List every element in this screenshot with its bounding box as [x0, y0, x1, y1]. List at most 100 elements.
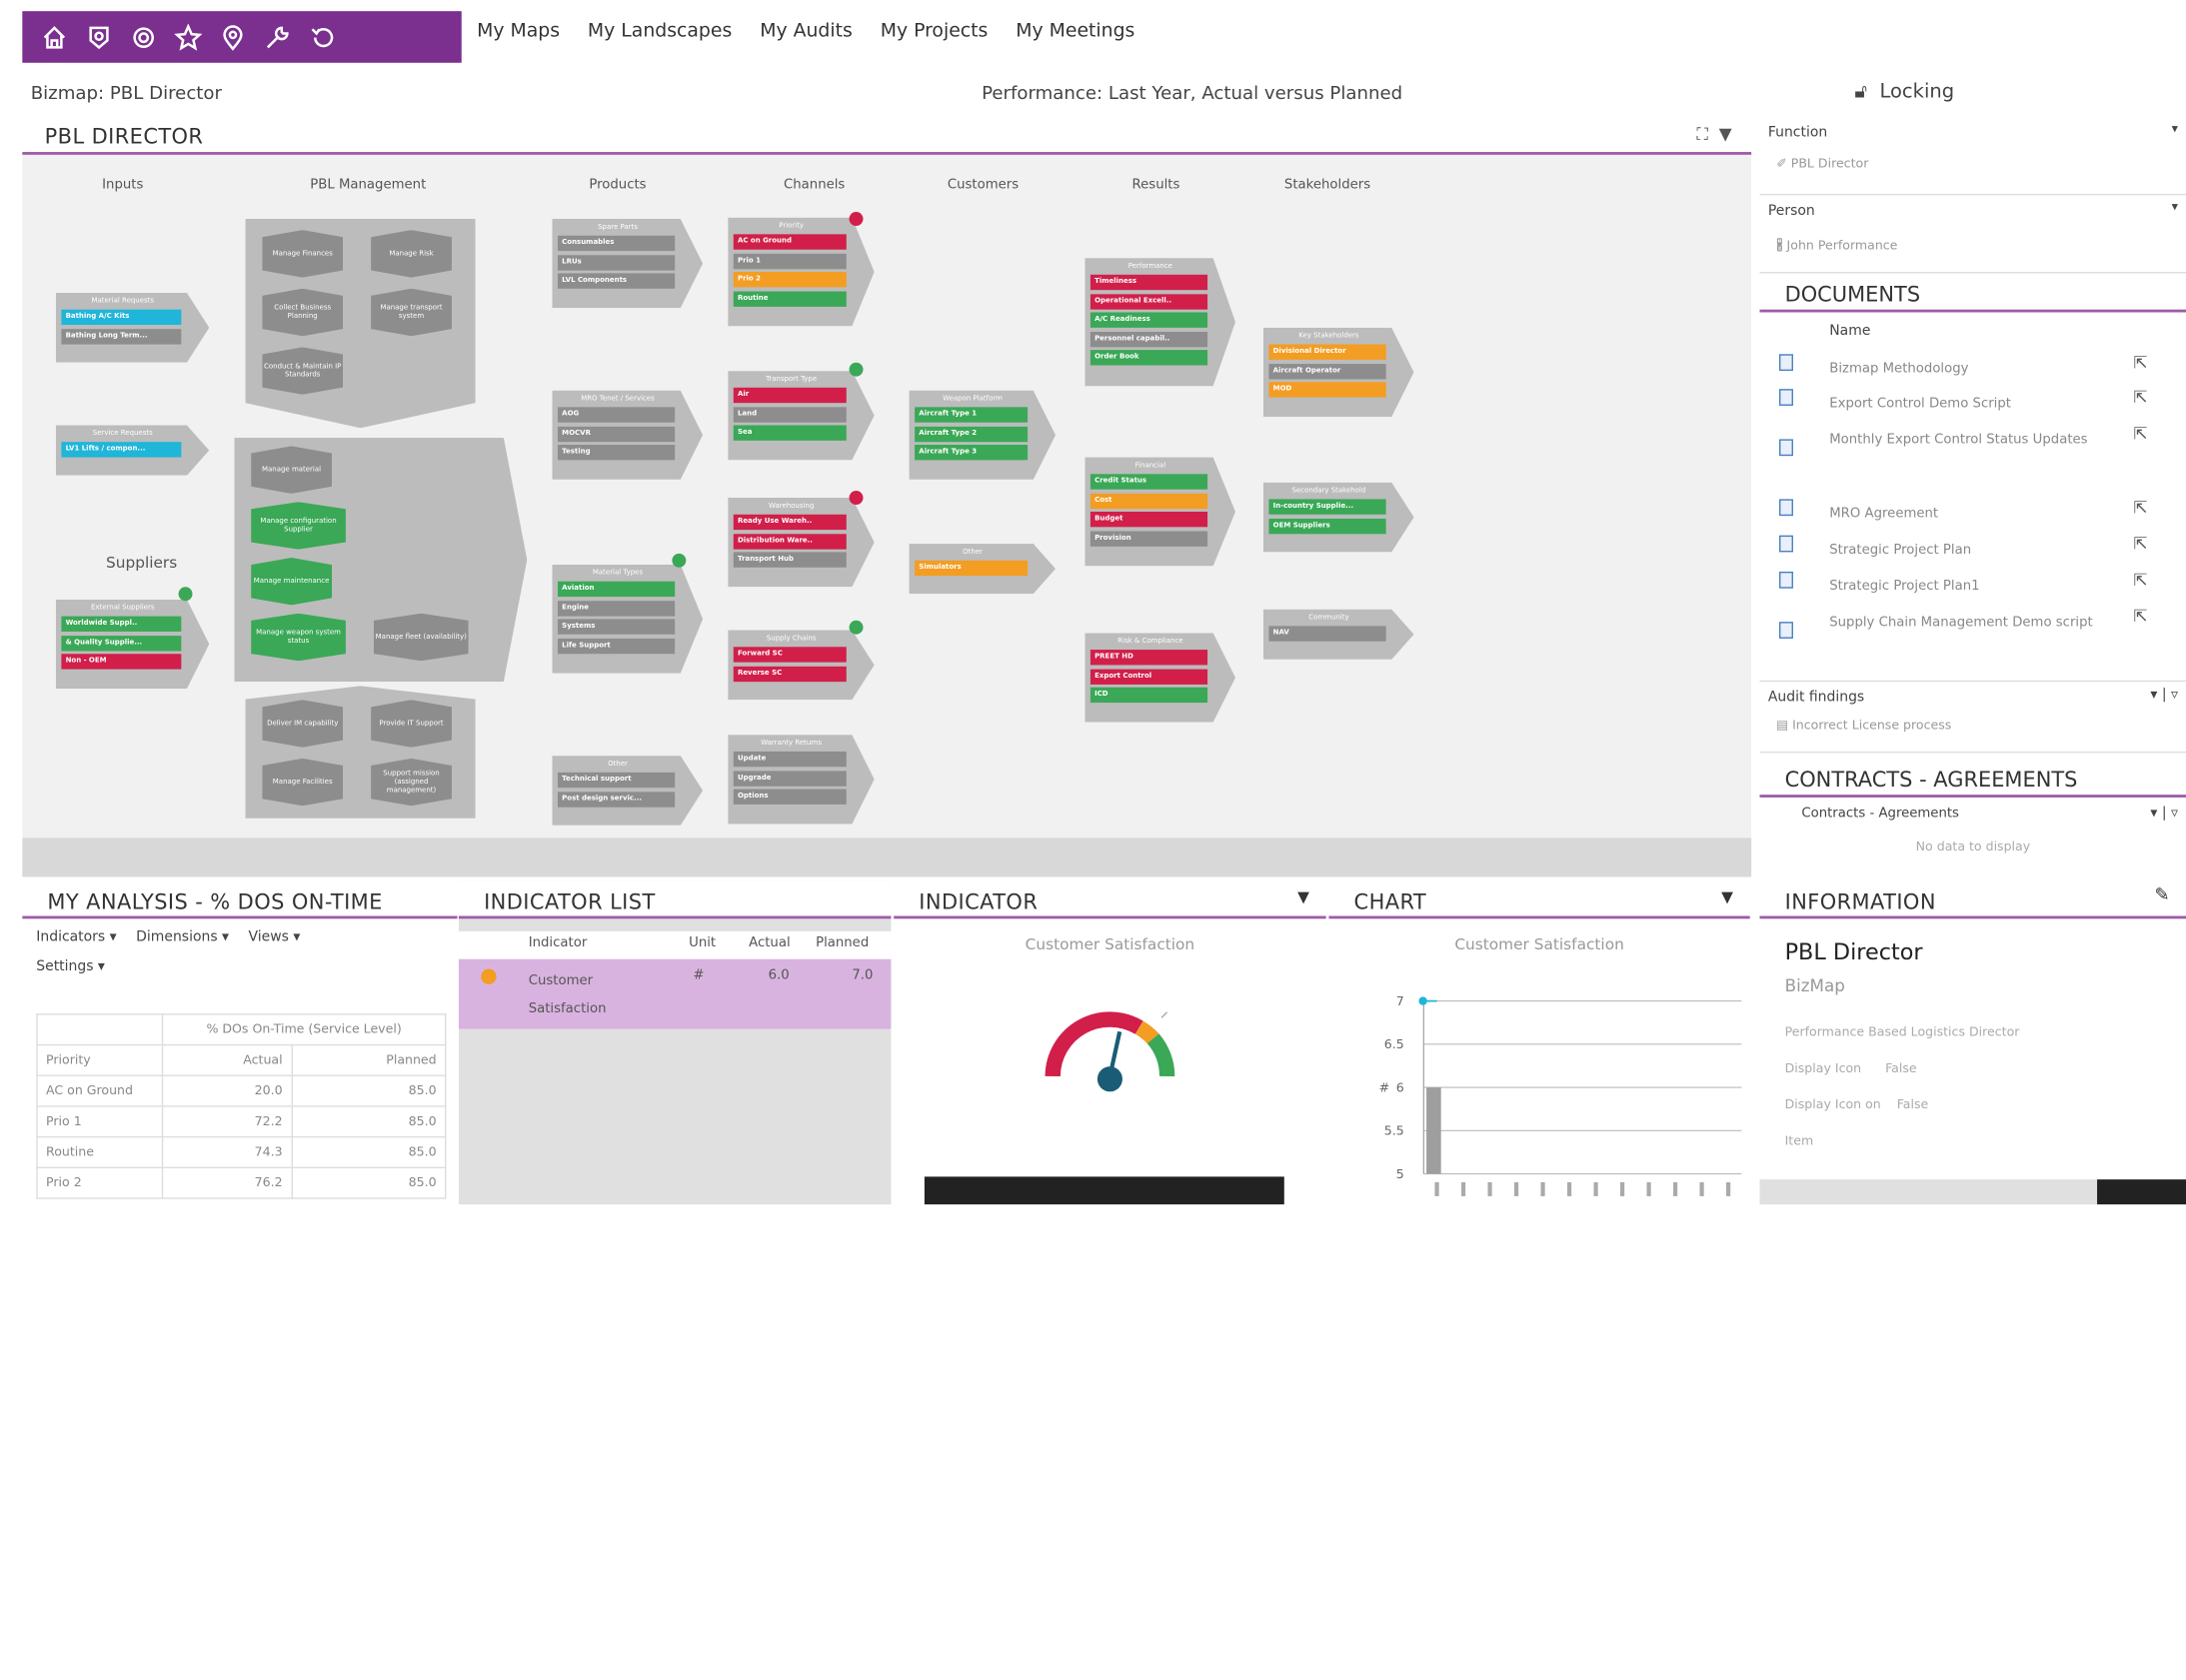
risk-compliance-block[interactable]: Risk & Compliance PREET HD Export Control…: [1085, 633, 1235, 722]
spare-parts-block[interactable]: Spare Parts Consumables LRUs LVL Component…: [552, 219, 703, 308]
document-row[interactable]: MRO Agreement ⇱: [1759, 497, 2186, 530]
document-row[interactable]: Supply Chain Management Demo script ⇱: [1759, 605, 2186, 675]
map-item[interactable]: Operational Excell..: [1090, 293, 1208, 309]
supply-chains-block[interactable]: Supply Chains Forward SC Reverse SC: [728, 631, 874, 701]
map-item[interactable]: & Quality Supplie...: [61, 635, 182, 651]
shield-icon[interactable]: [84, 22, 115, 53]
map-item[interactable]: Personnel capabil..: [1090, 331, 1208, 347]
map-item[interactable]: Bathing Long Term...: [61, 328, 182, 344]
map-item[interactable]: Sea: [733, 425, 847, 441]
map-item[interactable]: Transport Hub: [733, 552, 847, 568]
document-row[interactable]: Strategic Project Plan1 ⇱: [1759, 569, 2186, 602]
open-external-icon[interactable]: ⇱: [2133, 424, 2147, 444]
map-item[interactable]: Life Support: [558, 638, 676, 654]
process-item[interactable]: Manage transport system: [371, 288, 452, 337]
locking-toggle[interactable]: 🔓︎ Locking: [1854, 81, 1954, 103]
document-row[interactable]: Export Control Demo Script ⇱: [1759, 386, 2186, 419]
document-row[interactable]: Strategic Project Plan ⇱: [1759, 533, 2186, 566]
open-external-icon[interactable]: ⇱: [2133, 534, 2147, 554]
table-row[interactable]: Prio 1 72.2 85.0: [36, 1105, 447, 1138]
map-item[interactable]: ICD: [1090, 687, 1208, 704]
open-external-icon[interactable]: ⇱: [2133, 388, 2147, 408]
settings-menu[interactable]: Settings ▾: [36, 959, 105, 974]
priority-block[interactable]: Priority AC on Ground Prio 1 Prio 2 Routine: [728, 218, 874, 327]
open-external-icon[interactable]: ⇱: [2133, 353, 2147, 373]
process-item[interactable]: Collect Business Planning: [262, 288, 344, 337]
map-item[interactable]: LRUs: [558, 254, 676, 270]
map-item[interactable]: Reverse SC: [733, 666, 847, 682]
map-item[interactable]: Aircraft Type 1: [915, 407, 1029, 423]
map-item[interactable]: PREET HD: [1090, 650, 1208, 666]
table-row[interactable]: AC on Ground 20.0 85.0: [36, 1074, 447, 1107]
map-item[interactable]: OEM Suppliers: [1268, 518, 1386, 534]
map-item[interactable]: LV1 Lifts / compon...: [61, 442, 182, 458]
map-item[interactable]: Export Control: [1090, 668, 1208, 685]
map-item[interactable]: AOG: [558, 407, 676, 423]
chevron-down-icon[interactable]: ▾: [2172, 201, 2178, 215]
table-row[interactable]: Prio 2 76.2 85.0: [36, 1166, 447, 1199]
mro-services-block[interactable]: MRO Tenet / Services AOG MOCVR Testing: [552, 391, 703, 480]
map-item[interactable]: In-country Supplie...: [1268, 499, 1386, 515]
nav-my-maps[interactable]: My Maps: [477, 20, 560, 42]
table-row[interactable]: Routine 74.3 85.0: [36, 1135, 447, 1169]
map-item[interactable]: Technical support: [558, 772, 676, 789]
warranty-returns-block[interactable]: Warranty Returns Update Upgrade Options: [728, 735, 874, 824]
home-icon[interactable]: [39, 22, 70, 53]
undo-icon[interactable]: [307, 22, 338, 53]
map-item[interactable]: Air: [733, 387, 847, 404]
other-products-block[interactable]: Other Technical support Post design servi…: [552, 756, 703, 826]
map-item[interactable]: Post design servic...: [558, 791, 676, 808]
map-item[interactable]: Engine: [558, 600, 676, 616]
community-block[interactable]: Community NAV: [1263, 610, 1414, 660]
process-item[interactable]: Manage weapon system status: [251, 613, 346, 662]
chevron-down-icon[interactable]: ▾ | ▿: [2150, 806, 2178, 821]
map-item[interactable]: A/C Readiness: [1090, 312, 1208, 328]
process-item[interactable]: Manage configuration Supplier: [251, 502, 346, 550]
map-item[interactable]: Land: [733, 406, 847, 422]
chevron-down-icon[interactable]: ▾: [2172, 123, 2178, 137]
contracts-dropdown[interactable]: Contracts - Agreements: [1801, 806, 1959, 821]
location-icon[interactable]: [218, 22, 249, 53]
star-icon[interactable]: [173, 22, 204, 53]
map-item[interactable]: LVL Components: [558, 273, 676, 289]
chevron-down-icon[interactable]: ▾ | ▿: [2150, 688, 2178, 703]
views-menu[interactable]: Views ▾: [249, 929, 301, 944]
process-item[interactable]: Deliver IM capability: [262, 700, 344, 748]
map-item[interactable]: Distribution Ware..: [733, 533, 847, 549]
warehousing-block[interactable]: Warehousing Ready Use Wareh.. Distributio…: [728, 498, 874, 587]
open-external-icon[interactable]: ⇱: [2133, 571, 2147, 591]
map-item[interactable]: Options: [733, 789, 847, 805]
external-suppliers-block[interactable]: External Suppliers Worldwide Suppl.. & Qu…: [56, 600, 209, 689]
map-item[interactable]: Update: [733, 751, 847, 768]
material-requests-block[interactable]: Material Requests Bathing A/C Kits Bathin…: [56, 293, 209, 363]
key-stakeholders-block[interactable]: Key Stakeholders Divisional Director Airc…: [1263, 328, 1414, 417]
process-item[interactable]: Manage Risk: [371, 230, 452, 278]
open-external-icon[interactable]: ⇱: [2133, 498, 2147, 518]
gear-icon[interactable]: [128, 22, 159, 53]
map-item[interactable]: Simulators: [915, 560, 1029, 577]
document-row[interactable]: Bizmap Methodology ⇱: [1759, 352, 2186, 385]
map-item[interactable]: Cost: [1090, 493, 1208, 509]
map-item[interactable]: Routine: [733, 290, 847, 307]
map-item[interactable]: Worldwide Suppl..: [61, 616, 182, 632]
map-item[interactable]: Testing: [558, 445, 676, 461]
map-item[interactable]: Prio 1: [733, 253, 847, 269]
map-item[interactable]: Provision: [1090, 530, 1208, 547]
process-item[interactable]: Support mission (assigned management): [371, 758, 452, 807]
map-item[interactable]: Bathing A/C Kits: [61, 309, 182, 326]
nav-my-projects[interactable]: My Projects: [881, 20, 989, 42]
map-item[interactable]: Forward SC: [733, 647, 847, 663]
weapon-platform-block[interactable]: Weapon Platform Aircraft Type 1 Aircraft …: [910, 391, 1056, 480]
transport-type-block[interactable]: Transport Type Air Land Sea: [728, 371, 874, 460]
indicators-menu[interactable]: Indicators ▾: [36, 929, 116, 944]
performance-block[interactable]: Performance Timeliness Operational Excell…: [1085, 258, 1235, 386]
process-item[interactable]: Manage Facilities: [262, 758, 344, 807]
map-item[interactable]: NAV: [1268, 626, 1386, 642]
map-item[interactable]: Non - OEM: [61, 654, 182, 670]
nav-my-landscapes[interactable]: My Landscapes: [588, 20, 732, 42]
map-item[interactable]: Aircraft Type 2: [915, 426, 1029, 442]
map-item[interactable]: Upgrade: [733, 770, 847, 787]
nav-my-meetings[interactable]: My Meetings: [1016, 20, 1134, 42]
map-item[interactable]: Budget: [1090, 511, 1208, 528]
map-item[interactable]: Systems: [558, 619, 676, 635]
